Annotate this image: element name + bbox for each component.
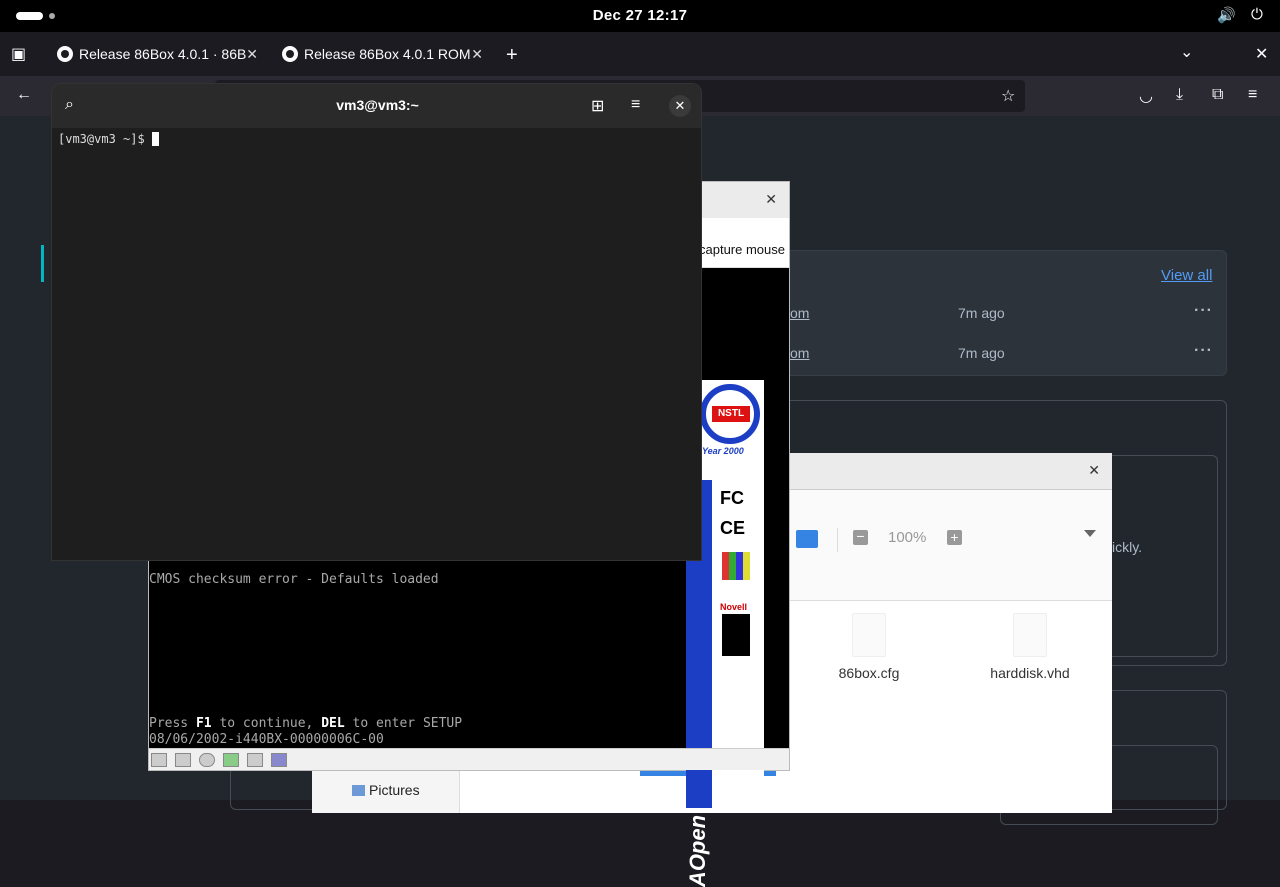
novell-text: Novell: [720, 602, 748, 612]
file-item[interactable]: harddisk.vhd: [960, 613, 1100, 681]
close-icon[interactable]: ✕: [1088, 462, 1100, 479]
sound-icon[interactable]: [271, 753, 287, 767]
asset-link[interactable]: om: [790, 305, 809, 321]
windows-logo: [722, 552, 750, 580]
new-tab-button[interactable]: +: [506, 44, 518, 67]
timestamp: 7m ago: [958, 345, 1005, 361]
back-icon[interactable]: ←: [16, 86, 32, 104]
terminal-title: vm3@vm3:~: [336, 97, 419, 113]
bios-id-string: 08/06/2002-i440BX-00000006C-00: [149, 732, 384, 747]
zoom-in-icon[interactable]: +: [947, 530, 962, 545]
menu-icon[interactable]: ≡: [1248, 86, 1257, 104]
browser-tab-strip: ▣ Release 86Box 4.0.1 · 86B ✕ Release 86…: [0, 32, 1280, 76]
terminal-headerbar[interactable]: ⌕ vm3@vm3:~ ⊞ ≡ ✕: [52, 84, 701, 128]
file-icon: [852, 613, 886, 657]
sidebar-item-pictures[interactable]: Pictures: [352, 782, 420, 798]
terminal-window: ⌕ vm3@vm3:~ ⊞ ≡ ✕ [vm3@vm3 ~]$: [51, 83, 702, 561]
tab-release-86box[interactable]: Release 86Box 4.0.1 · 86B ✕: [53, 38, 258, 70]
more-options-button[interactable]: ···: [1194, 342, 1213, 360]
close-tab-icon[interactable]: ✕: [246, 38, 258, 70]
close-icon[interactable]: ✕: [765, 191, 777, 208]
network-icon[interactable]: [247, 753, 263, 767]
system-top-bar: Dec 27 12:17 🔊 ⏻: [0, 0, 1280, 32]
volume-icon[interactable]: 🔊: [1217, 6, 1236, 24]
floppy-drive-icon[interactable]: [151, 753, 167, 767]
asset-link[interactable]: om: [790, 345, 809, 361]
bios-press-message: Press F1 to continue, DEL to enter SETUP: [149, 716, 463, 731]
computer-icon[interactable]: [796, 530, 818, 548]
aopen-logo-text: AOpen: [685, 814, 711, 887]
file-icon: [1013, 613, 1047, 657]
extensions-icon[interactable]: ⧉: [1212, 86, 1223, 104]
cdrom-icon[interactable]: [199, 753, 215, 767]
card-text: ickly.: [1112, 539, 1143, 555]
ce-mark: CE: [720, 518, 746, 538]
clock[interactable]: Dec 27 12:17: [0, 7, 1280, 24]
list-all-tabs-button[interactable]: ⌄: [1180, 42, 1193, 62]
file-item[interactable]: 86box.cfg: [799, 613, 939, 681]
close-icon[interactable]: ✕: [669, 95, 691, 117]
close-tab-icon[interactable]: ✕: [471, 38, 483, 70]
tab-release-86box-rom[interactable]: Release 86Box 4.0.1 ROM ✕: [278, 38, 483, 70]
novell-tested-badge: [722, 614, 750, 656]
pocket-icon[interactable]: ◡: [1139, 86, 1153, 106]
86box-status-bar: [149, 748, 789, 770]
tab-label: Release 86Box 4.0.1 · 86B: [79, 46, 247, 62]
capture-mouse-hint: capture mouse: [699, 242, 785, 257]
sidebar-active-indicator: [41, 245, 44, 282]
tab-label: Release 86Box 4.0.1 ROM: [304, 46, 471, 62]
more-options-button[interactable]: ···: [1194, 302, 1213, 320]
fcc-mark: FC: [720, 488, 744, 508]
bookmark-star-icon[interactable]: ☆: [1001, 86, 1015, 106]
chevron-down-icon[interactable]: [1084, 530, 1096, 537]
terminal-prompt[interactable]: [vm3@vm3 ~]$: [58, 132, 159, 146]
bios-cmos-message: CMOS checksum error - Defaults loaded: [149, 572, 439, 587]
zoom-out-icon[interactable]: −: [853, 529, 868, 545]
power-icon[interactable]: ⏻: [1251, 6, 1263, 23]
floppy-drive-icon[interactable]: [175, 753, 191, 767]
view-all-link[interactable]: View all: [1161, 267, 1212, 284]
hard-disk-icon[interactable]: [223, 753, 239, 767]
nstl-badge: NSTL: [700, 384, 760, 444]
year-2000-text: Year 2000: [702, 446, 744, 456]
close-window-button[interactable]: ✕: [1255, 44, 1268, 64]
github-icon: [282, 46, 298, 62]
github-icon: [57, 46, 73, 62]
separator: [837, 528, 838, 552]
file-name: harddisk.vhd: [990, 665, 1070, 681]
zoom-level[interactable]: 100%: [888, 529, 926, 546]
file-name: 86box.cfg: [838, 665, 900, 681]
downloads-icon[interactable]: ⤓: [1176, 86, 1183, 104]
new-tab-icon[interactable]: ⊞: [591, 96, 604, 116]
text-cursor: [151, 132, 159, 146]
menu-icon[interactable]: ≡: [631, 96, 640, 114]
tab-overview-icon[interactable]: ▣: [11, 44, 26, 64]
timestamp: 7m ago: [958, 305, 1005, 321]
